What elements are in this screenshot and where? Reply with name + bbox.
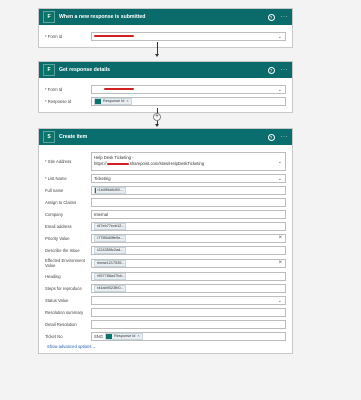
create-item-header[interactable]: S Create item ? ··· [39,129,292,145]
detail-resolution-field[interactable] [91,319,286,329]
dynamic-content-token[interactable]: r67eb77ecb12... [94,222,126,230]
assign-to-claims-field[interactable] [91,197,286,207]
more-options-icon[interactable]: ··· [281,67,289,73]
chevron-down-icon[interactable]: ⌄ [278,87,282,93]
forms-token-icon [95,98,101,104]
trigger-title: When a new response is submitted [59,14,146,20]
site-address-label: * Site Address [45,158,72,164]
full-name-field[interactable]: r1b0ff5d8d90... [91,185,286,195]
site-address-line2: https:// .sharepoint.com/sites/HelpDeskT… [94,160,205,166]
effected-environment-label: Effected Environment Value [45,258,85,268]
flow-arrow [152,42,162,57]
help-icon[interactable]: ? [267,13,275,21]
more-options-icon[interactable]: ··· [281,14,289,20]
priority-value-label: Priority Value [45,235,70,241]
chevron-down-icon[interactable]: ⌄ [278,176,282,182]
remove-token-icon[interactable]: × [137,334,139,338]
remove-token-icon[interactable]: × [126,99,128,103]
sharepoint-app-icon: S [43,131,55,143]
describe-issue-field[interactable]: r224355fc2ad... [91,245,286,255]
steps-reproduce-field[interactable]: r44ab9023fb0... [91,283,286,293]
assign-to-claims-label: Assign to Claims [45,199,77,205]
site-address-dropdown[interactable]: Help Desk Ticketing - https:// .sharepoi… [91,151,286,171]
help-icon[interactable]: ? [267,66,275,74]
dynamic-content-token[interactable]: r224355fc2ad... [94,246,126,254]
dynamic-content-token[interactable]: Response Id × [94,97,132,105]
heading-field[interactable]: r957786a47fcb... [91,271,286,281]
create-item-card: S Create item ? ··· * Site Address Help … [38,128,293,354]
resolution-summary-field[interactable] [91,307,286,317]
heading-label: Heading [45,273,61,279]
form-id-dropdown[interactable]: ⌄ [91,84,286,94]
dynamic-content-token[interactable]: r957786a47fcb... [94,272,126,280]
redaction-mark [104,87,134,91]
forms-app-icon: F [43,64,55,76]
get-details-title: Get response details [59,67,111,73]
form-id-label: * Form Id [45,86,63,92]
get-details-card: F Get response details ? ··· * Form Id ⌄… [38,61,293,113]
dynamic-content-token[interactable]: rbeae1217535... [94,259,126,267]
status-value-label: Status Value [45,297,69,303]
list-name-dropdown[interactable]: Ticketing ⌄ [91,173,286,183]
forms-app-icon: F [43,11,55,23]
status-value-dropdown[interactable]: ⌄ [91,295,286,305]
trigger-header[interactable]: F When a new response is submitted ? ··· [39,9,292,25]
effected-environment-field[interactable]: rbeae1217535... × [91,258,286,268]
chevron-down-icon: ⌄ [92,344,97,349]
ticket-no-label: Ticket No [45,333,63,339]
get-details-header[interactable]: F Get response details ? ··· [39,62,292,78]
forms-token-icon [106,333,113,339]
describe-issue-label: Describe the Issue [45,247,80,253]
trigger-card: F When a new response is submitted ? ···… [38,8,293,48]
redaction-mark [94,34,134,38]
company-field[interactable]: Internal [91,209,286,219]
ticket-no-field[interactable]: SNG Response Id × [91,331,286,341]
resolution-summary-label: Resolution summary [45,309,84,315]
chevron-down-icon[interactable]: ⌄ [278,34,282,40]
steps-reproduce-label: Steps for reproduce [45,285,82,291]
chevron-down-icon[interactable]: ⌄ [278,298,282,304]
priority-value-field[interactable]: r77f85d0ffe9e... × [91,233,286,243]
dynamic-content-token[interactable]: r77f85d0ffe9e... [94,234,126,242]
response-id-label: * Response Id [45,98,72,104]
help-icon[interactable]: ? [267,133,275,141]
show-advanced-options-link[interactable]: Show advanced options ⌄ [45,344,286,349]
full-name-label: Full name [45,187,64,193]
add-step-icon[interactable]: + [153,113,161,121]
create-item-title: Create item [59,134,88,140]
email-address-field[interactable]: r67eb77ecb12... [91,221,286,231]
company-label: Company [45,211,63,217]
response-id-field[interactable]: Response Id × [91,96,286,106]
list-name-label: * List Name [45,175,67,181]
chevron-down-icon[interactable]: ⌄ [278,159,282,165]
email-address-label: Email address [45,223,72,229]
dynamic-content-token[interactable]: r1b0ff5d8d90... [94,186,126,194]
form-id-label: * Form Id [45,33,63,39]
dynamic-content-token[interactable]: r44ab9023fb0... [94,284,126,292]
detail-resolution-label: Detail Resolution [45,321,77,327]
forms-token-icon [95,187,96,193]
dynamic-content-token[interactable]: Response Id × [105,332,143,340]
more-options-icon[interactable]: ··· [281,134,289,140]
clear-icon[interactable]: × [278,235,282,241]
clear-icon[interactable]: × [278,260,282,266]
redaction-mark [106,162,129,165]
form-id-dropdown[interactable]: ⌄ [91,31,286,41]
